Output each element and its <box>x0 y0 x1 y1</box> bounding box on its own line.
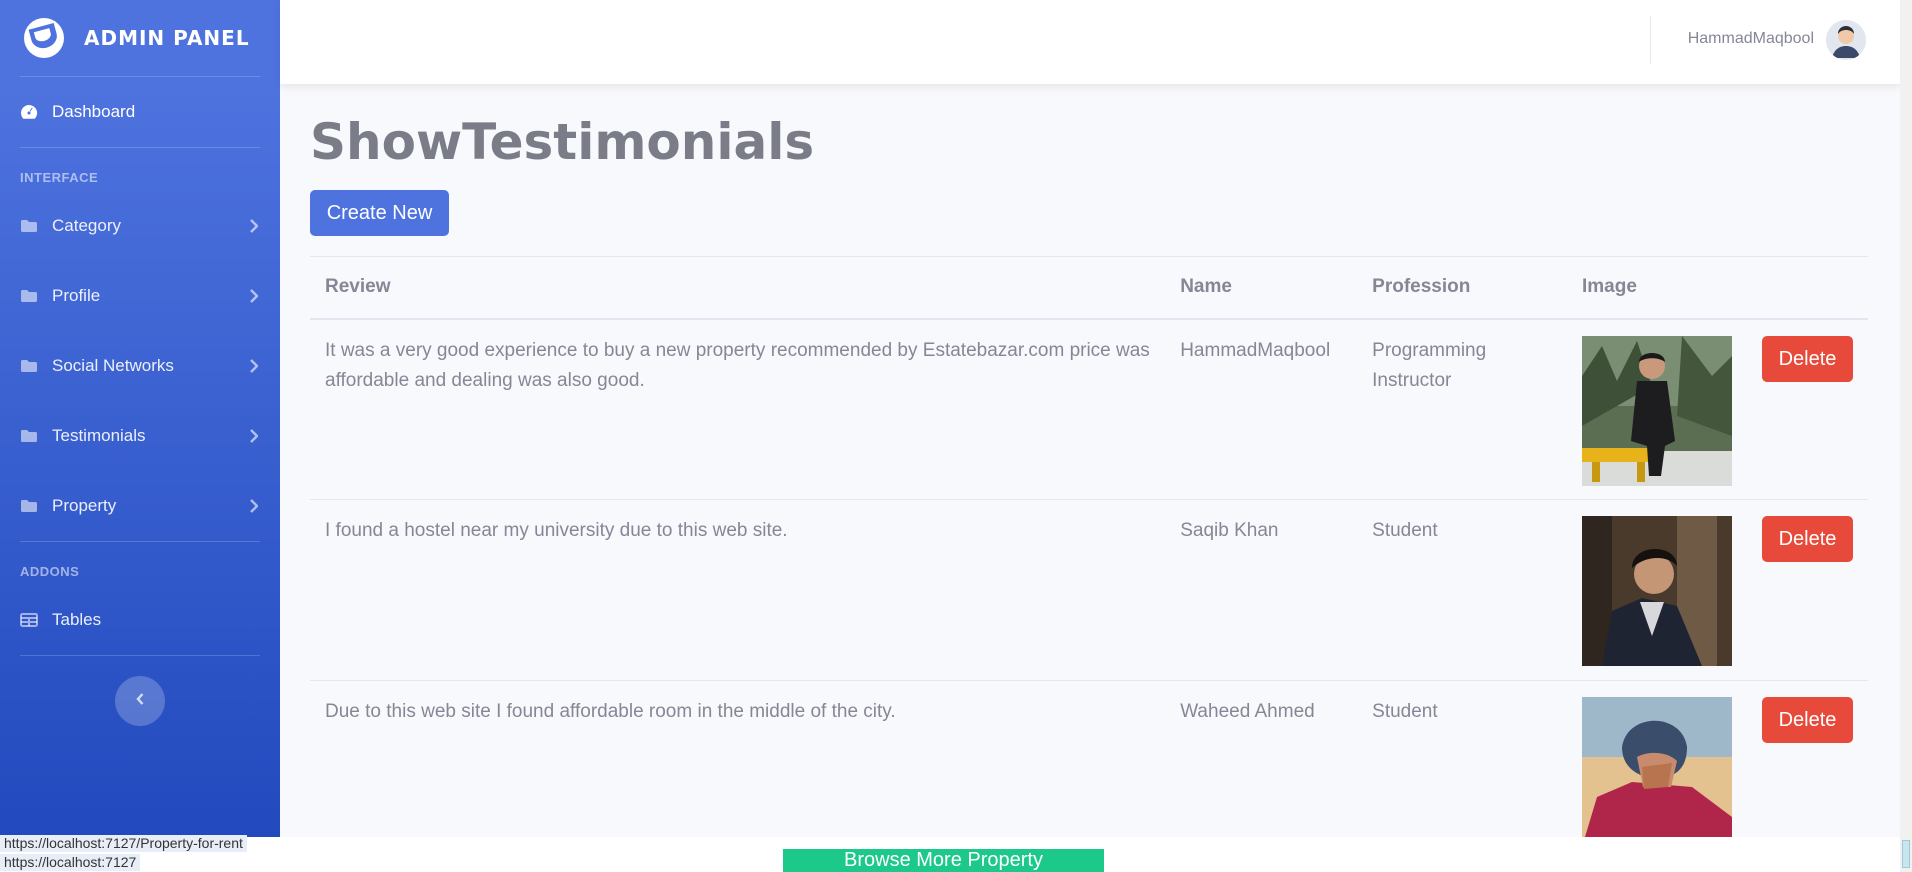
sidebar-item-label: Social Networks <box>52 356 174 375</box>
testimonial-photo <box>1581 697 1732 847</box>
brand-text: ADMIN PANEL <box>84 26 250 50</box>
column-header-review: Review <box>310 256 1166 320</box>
sidebar-item-testimonials[interactable]: Testimonials <box>0 401 280 471</box>
tachometer-icon <box>20 104 52 120</box>
sidebar-heading-addons: ADDONS <box>20 564 80 579</box>
column-header-profession: Profession <box>1357 256 1567 320</box>
image-cell <box>1566 680 1747 862</box>
page-title: ShowTestimonials <box>310 113 815 171</box>
sidebar-item-label: Tables <box>52 610 102 629</box>
folder-icon <box>20 289 52 303</box>
main-content: ShowTestimonials Create New Review Name … <box>310 84 1870 862</box>
column-header-image: Image <box>1566 256 1747 320</box>
chevron-right-icon <box>246 429 260 443</box>
sidebar-heading-interface: INTERFACE <box>20 170 99 185</box>
sidebar: ADMIN PANEL Dashboard INTERFACE Category… <box>0 0 280 837</box>
actions-cell: Delete <box>1747 318 1868 500</box>
status-url-primary: https://localhost:7127/Property-for-rent <box>0 835 247 852</box>
sidebar-item-property[interactable]: Property <box>0 471 280 541</box>
testimonials-table: Review Name Profession Image It was a ve… <box>310 256 1868 862</box>
sidebar-item-dashboard[interactable]: Dashboard <box>0 77 280 147</box>
chevron-right-icon <box>246 499 260 513</box>
avatar[interactable] <box>1826 20 1866 60</box>
table-icon <box>20 613 52 627</box>
browse-more-property-button[interactable]: Browse More Property <box>783 849 1104 872</box>
name-cell: Waheed Ahmed <box>1165 680 1358 862</box>
sidebar-item-label: Profile <box>52 286 101 305</box>
topbar: HammadMaqbool <box>280 0 1900 84</box>
create-new-button[interactable]: Create New <box>310 190 449 236</box>
sidebar-item-label: Dashboard <box>52 102 136 121</box>
sidebar-item-label: Category <box>52 216 121 235</box>
testimonial-photo <box>1581 516 1732 666</box>
column-header-name: Name <box>1165 256 1358 320</box>
scrollbar-thumb[interactable] <box>1902 840 1910 868</box>
column-header-actions <box>1747 256 1868 320</box>
image-cell <box>1566 318 1747 500</box>
chevron-right-icon <box>246 289 260 303</box>
image-cell <box>1566 499 1747 681</box>
chevron-left-icon <box>135 692 145 711</box>
profession-cell: Programming Instructor <box>1357 318 1567 500</box>
sidebar-item-label: Testimonials <box>52 426 146 445</box>
user-name[interactable]: HammadMaqbool <box>1688 30 1814 48</box>
delete-button[interactable]: Delete <box>1762 335 1853 382</box>
sidebar-item-tables[interactable]: Tables <box>0 585 280 655</box>
actions-cell: Delete <box>1747 680 1868 862</box>
topbar-divider <box>1650 16 1651 64</box>
brand[interactable]: ADMIN PANEL <box>0 0 280 76</box>
review-cell: Due to this web site I found affordable … <box>310 680 1166 862</box>
scrollbar-track[interactable] <box>1900 0 1912 872</box>
delete-button[interactable]: Delete <box>1762 697 1853 743</box>
table-row: I found a hostel near my university due … <box>310 499 1868 681</box>
sidebar-item-social-networks[interactable]: Social Networks <box>0 331 280 401</box>
folder-icon <box>20 499 52 513</box>
actions-cell: Delete <box>1747 499 1868 681</box>
table-header-row: Review Name Profession Image <box>310 256 1868 320</box>
review-cell: I found a hostel near my university due … <box>310 499 1166 681</box>
name-cell: HammadMaqbool <box>1165 318 1358 500</box>
chevron-right-icon <box>246 219 260 233</box>
folder-icon <box>20 429 52 443</box>
review-cell: It was a very good experience to buy a n… <box>310 318 1166 500</box>
profession-cell: Student <box>1357 499 1567 681</box>
folder-icon <box>20 219 52 233</box>
sidebar-divider <box>20 655 260 656</box>
sidebar-item-category[interactable]: Category <box>0 191 280 261</box>
testimonial-photo <box>1581 335 1732 486</box>
table-row: Due to this web site I found affordable … <box>310 680 1868 862</box>
delete-button[interactable]: Delete <box>1762 516 1853 562</box>
sidebar-item-label: Property <box>52 496 117 515</box>
sidebar-toggle-button[interactable] <box>115 676 165 726</box>
chevron-right-icon <box>246 359 260 373</box>
name-cell: Saqib Khan <box>1165 499 1358 681</box>
table-row: It was a very good experience to buy a n… <box>310 318 1868 500</box>
status-url-secondary: https://localhost:7127 <box>0 854 141 871</box>
folder-icon <box>20 359 52 373</box>
laugh-wink-icon <box>24 18 64 58</box>
profession-cell: Student <box>1357 680 1567 862</box>
sidebar-item-profile[interactable]: Profile <box>0 261 280 331</box>
